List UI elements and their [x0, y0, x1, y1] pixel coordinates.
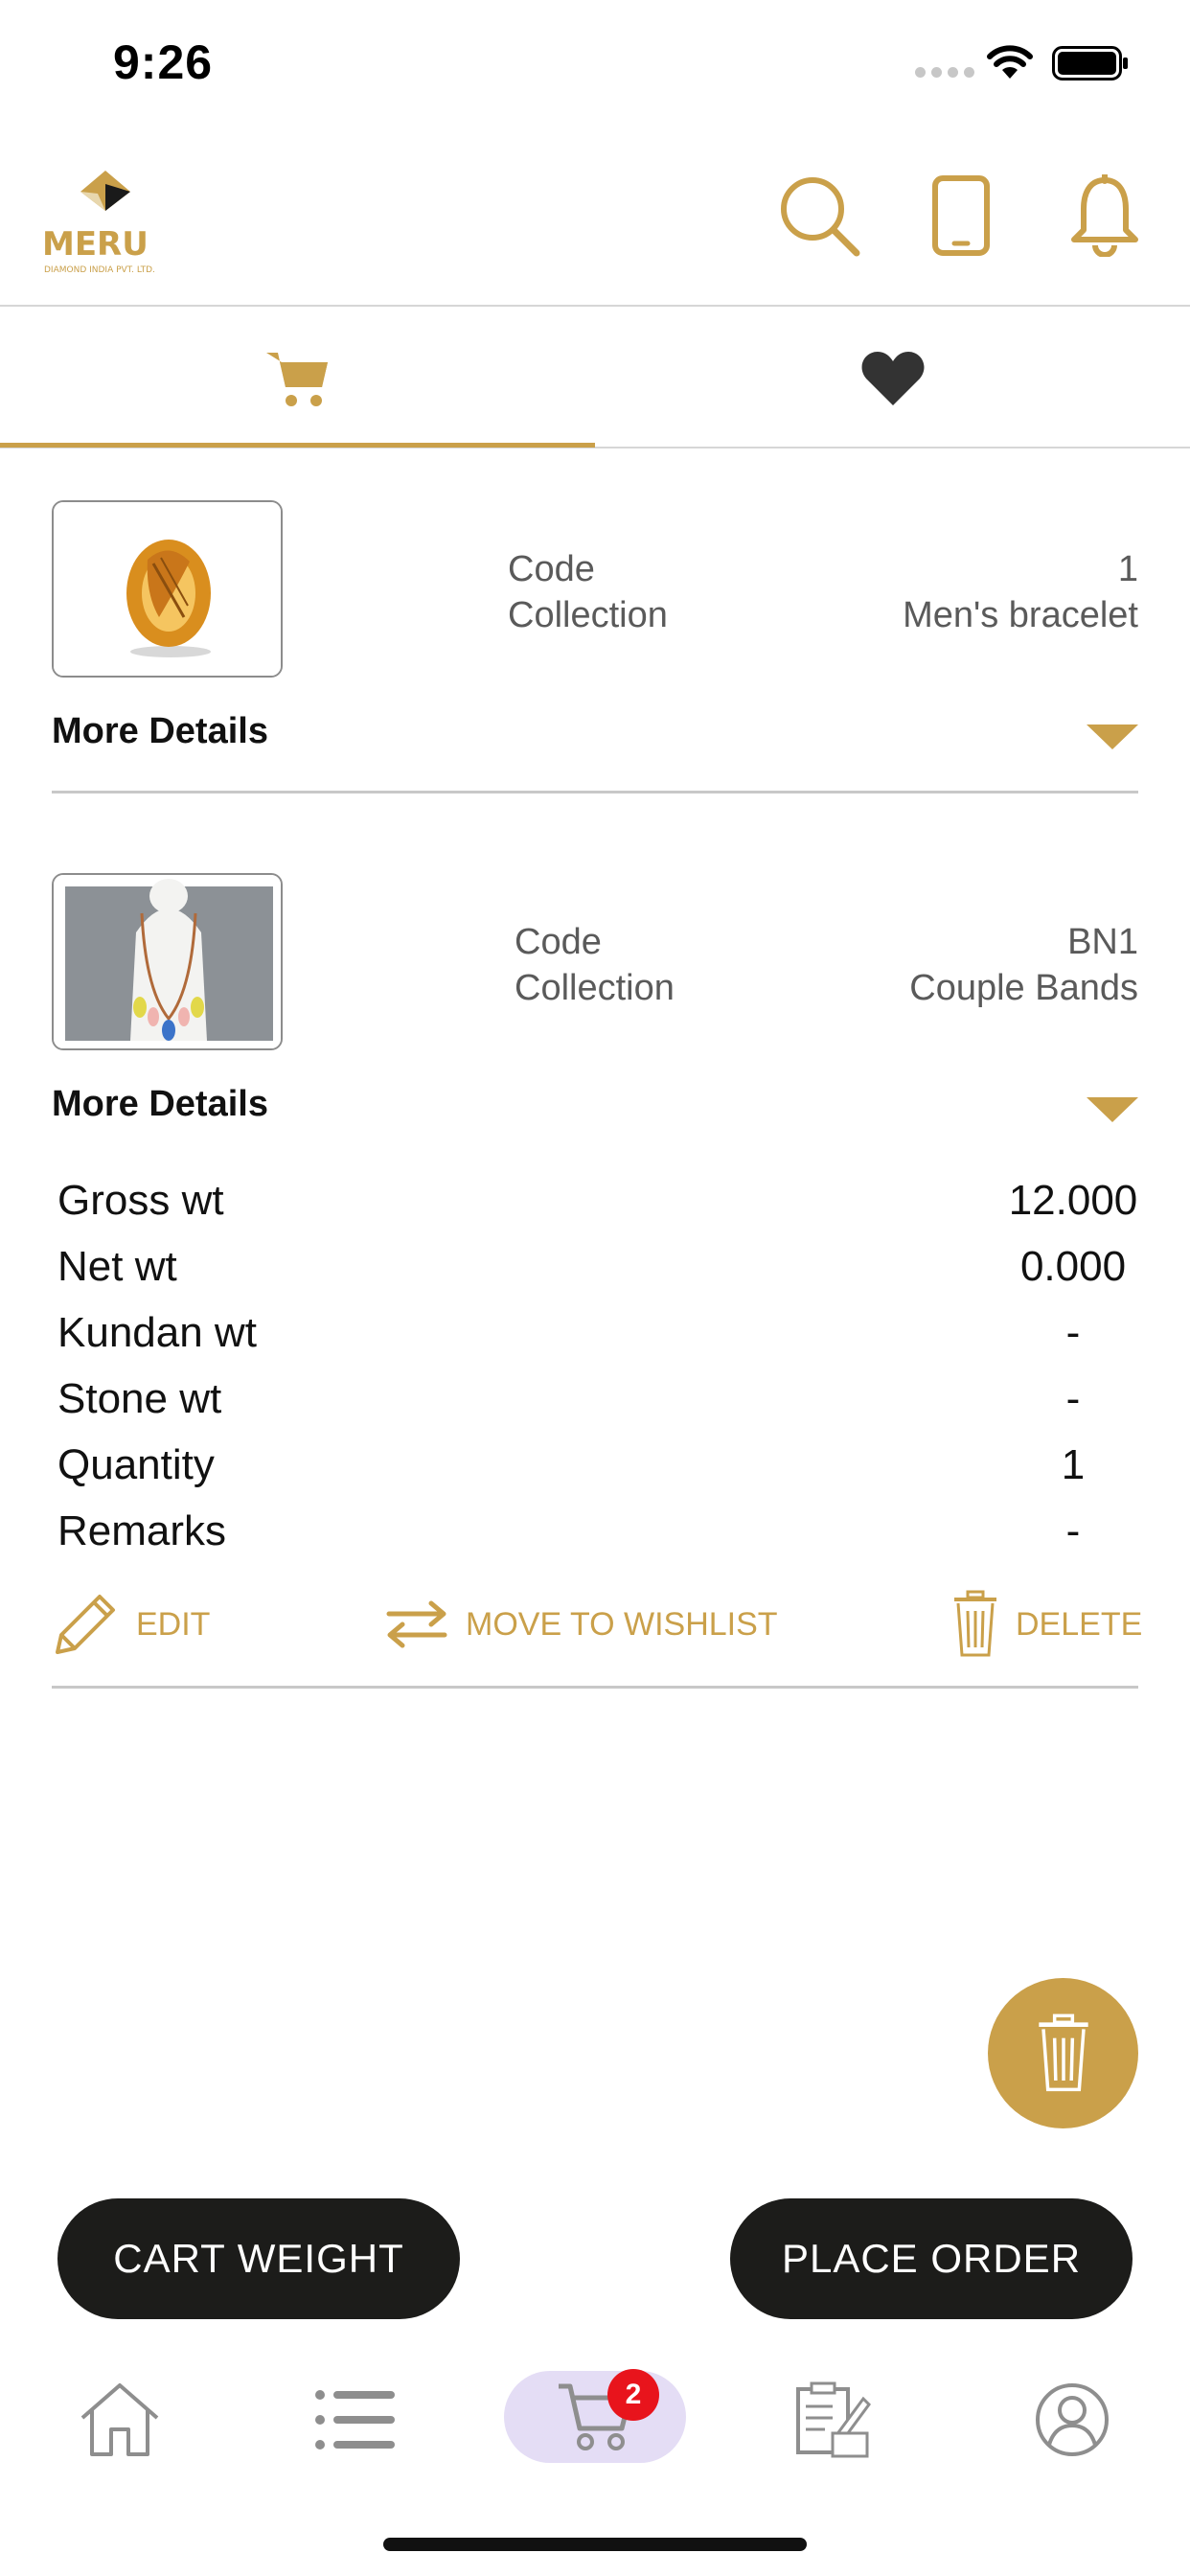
profile-icon — [1036, 2383, 1109, 2456]
collection-value: Couple Bands — [909, 968, 1138, 1008]
heart-icon — [861, 352, 924, 405]
nav-orders[interactable] — [742, 2358, 924, 2482]
edit-button[interactable]: EDIT — [52, 1586, 210, 1663]
home-indicator — [383, 2538, 807, 2551]
detail-row: Remarks - — [57, 1507, 1131, 1573]
product-image-necklace[interactable] — [52, 873, 283, 1050]
tab-cart[interactable] — [0, 309, 595, 448]
search-icon[interactable] — [776, 172, 862, 259]
logo-wordmark: MERU — [42, 225, 149, 264]
more-details-label[interactable]: More Details — [52, 1084, 268, 1125]
wifi-icon — [987, 45, 1033, 79]
delete-button[interactable]: DELETE — [952, 1586, 1142, 1663]
cart-count-badge: 2 — [607, 2369, 659, 2421]
nav-cart[interactable]: 2 — [504, 2369, 686, 2463]
cellular-signal-icon — [915, 67, 974, 78]
move-to-wishlist-button[interactable]: MOVE TO WISHLIST — [385, 1586, 778, 1663]
cart-icon — [265, 353, 328, 406]
detail-row: Quantity 1 — [57, 1441, 1131, 1506]
delete-label: DELETE — [1016, 1605, 1143, 1643]
detail-value: 12.000 — [1008, 1177, 1138, 1224]
list-icon — [315, 2390, 395, 2450]
detail-row: Gross wt 12.000 — [57, 1177, 1137, 1242]
detail-value: - — [1065, 1309, 1081, 1356]
pencil-icon — [56, 1595, 115, 1654]
cart-weight-button[interactable]: CART WEIGHT — [57, 2198, 460, 2319]
place-order-button[interactable]: PLACE ORDER — [730, 2198, 1133, 2319]
code-value: 1 — [1117, 549, 1138, 589]
collection-label: Collection — [515, 968, 675, 1008]
status-time: 9:26 — [113, 35, 214, 89]
item-divider — [52, 1686, 1138, 1689]
nav-list[interactable] — [264, 2358, 446, 2482]
delete-all-fab[interactable] — [988, 1978, 1138, 2128]
bell-icon[interactable] — [1062, 172, 1148, 259]
nav-profile[interactable] — [981, 2358, 1163, 2482]
detail-value: - — [1065, 1375, 1081, 1422]
detail-row: Net wt 0.000 — [57, 1243, 1131, 1308]
active-tab-indicator — [0, 443, 595, 448]
collapse-arrow-icon[interactable] — [1087, 1097, 1138, 1122]
expand-arrow-icon[interactable] — [1087, 724, 1138, 749]
tab-wishlist[interactable] — [595, 309, 1190, 448]
detail-label: Stone wt — [57, 1375, 222, 1422]
edit-label: EDIT — [136, 1605, 211, 1643]
home-icon — [80, 2383, 159, 2456]
detail-label: Gross wt — [57, 1177, 224, 1224]
detail-label: Remarks — [57, 1507, 227, 1554]
cart-wishlist-tabs — [0, 309, 1190, 448]
status-bar: 9:26 — [0, 0, 1190, 134]
battery-icon — [1052, 46, 1128, 80]
item-divider — [52, 791, 1138, 794]
nav-home[interactable] — [29, 2358, 211, 2482]
move-to-wishlist-label: MOVE TO WISHLIST — [466, 1605, 778, 1643]
detail-row: Kundan wt - — [57, 1309, 1131, 1374]
product-image-ring[interactable] — [52, 500, 283, 678]
meru-logo[interactable]: MERU DIAMOND INDIA PVT. LTD. — [42, 171, 169, 276]
detail-value: 0.000 — [1019, 1243, 1127, 1290]
logo-subtext: DIAMOND INDIA PVT. LTD. — [44, 265, 155, 275]
item-actions: EDIT MOVE TO WISHLIST DELETE — [0, 1586, 1190, 1663]
order-form-icon — [796, 2381, 871, 2458]
detail-label: Kundan wt — [57, 1309, 257, 1356]
collection-value: Men's bracelet — [903, 595, 1138, 635]
trash-icon — [954, 1590, 996, 1657]
bottom-navigation: 2 — [0, 2358, 1190, 2492]
detail-label: Net wt — [57, 1243, 177, 1290]
detail-row: Stone wt - — [57, 1375, 1131, 1440]
more-details-label[interactable]: More Details — [52, 711, 268, 752]
trash-icon — [1038, 2013, 1088, 2091]
swap-arrows-icon — [386, 1600, 447, 1648]
code-label: Code — [515, 922, 602, 962]
detail-value: 1 — [1061, 1441, 1086, 1488]
detail-label: Quantity — [57, 1441, 215, 1488]
phone-icon[interactable] — [918, 172, 1004, 259]
code-label: Code — [508, 549, 595, 589]
collection-label: Collection — [508, 595, 668, 635]
detail-value: - — [1065, 1507, 1081, 1554]
code-value: BN1 — [1067, 922, 1138, 962]
app-header: MERU DIAMOND INDIA PVT. LTD. — [0, 134, 1190, 307]
